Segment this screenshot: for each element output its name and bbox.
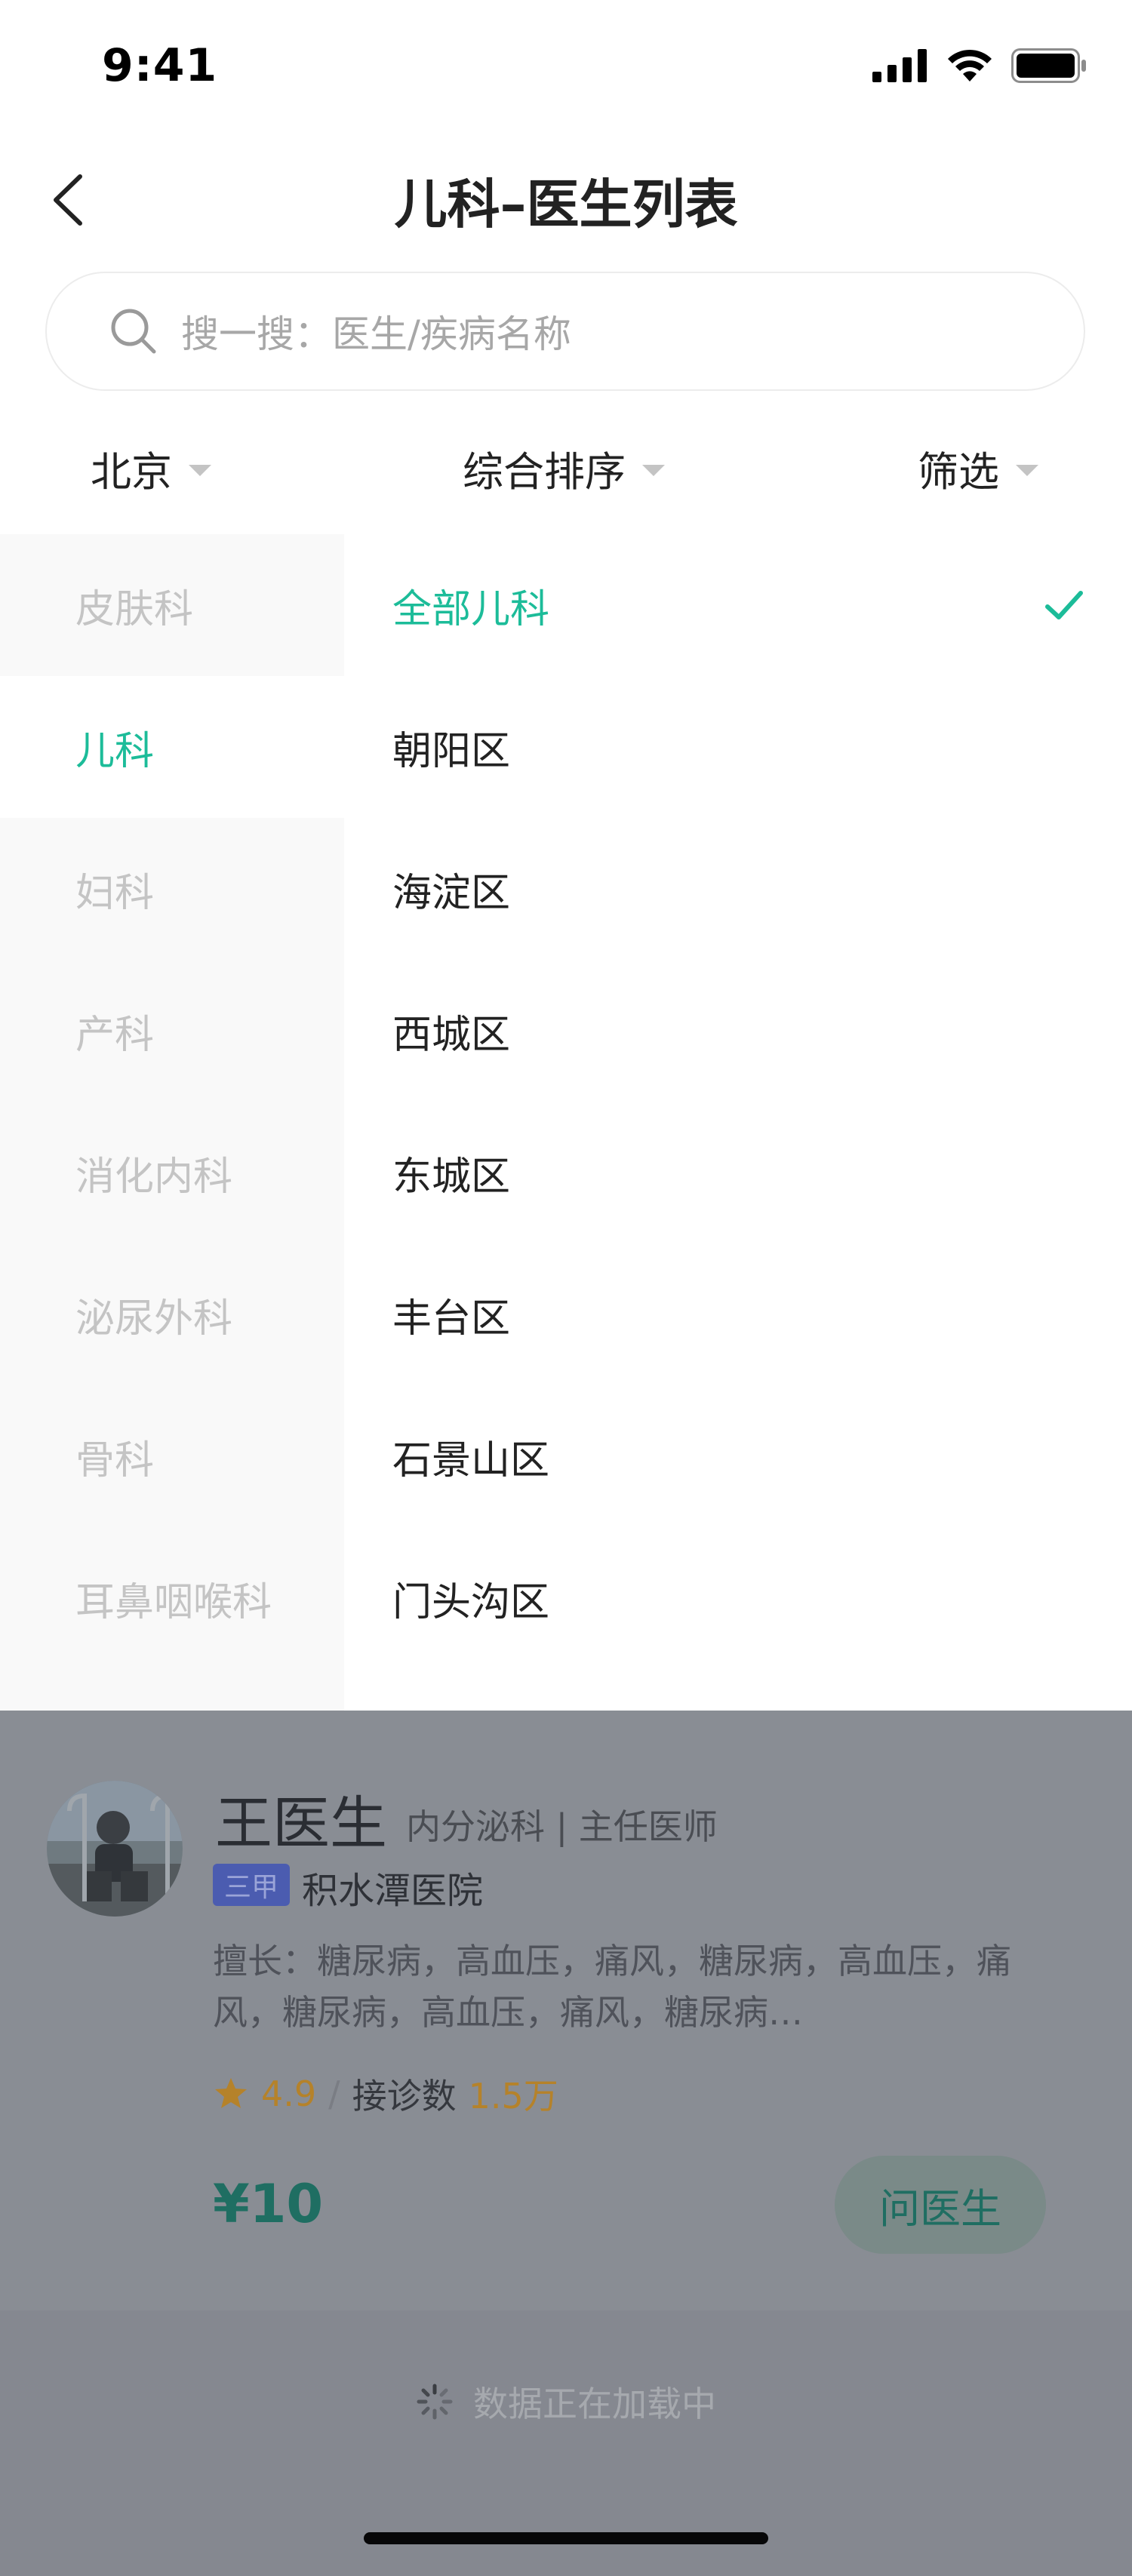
department-label: 泌尿外科 xyxy=(75,1296,233,1342)
status-time: 9:41 xyxy=(102,39,218,92)
district-item[interactable]: 石景山区 xyxy=(344,1385,1132,1527)
department-item[interactable]: 产科 xyxy=(0,960,344,1102)
department-label: 消化内科 xyxy=(75,1154,233,1200)
home-indicator[interactable] xyxy=(364,2532,768,2544)
wifi-icon xyxy=(948,49,992,81)
hospital-level-badge: 三甲 xyxy=(213,1864,290,1906)
hospital-name: 积水潭医院 xyxy=(302,1870,484,1912)
rating-value: 4.9 xyxy=(261,2073,317,2114)
department-item[interactable]: 消化内科 xyxy=(0,1102,344,1243)
district-label: 门头沟区 xyxy=(392,1579,550,1625)
ask-doctor-button[interactable]: 问医生 xyxy=(835,2156,1046,2254)
page-title: 儿科–医生列表 xyxy=(394,174,738,235)
district-label: 朝阳区 xyxy=(392,728,511,774)
city-filter[interactable]: 北京 xyxy=(91,434,211,502)
more-filter-label: 筛选 xyxy=(918,447,999,496)
sort-filter-label: 综合排序 xyxy=(463,447,626,496)
doctor-name: 王医生 xyxy=(215,1790,387,1857)
district-item[interactable]: 门头沟区 xyxy=(344,1527,1132,1669)
status-icons xyxy=(872,47,1087,85)
caret-down-icon xyxy=(189,464,211,476)
caret-down-icon xyxy=(1016,464,1038,476)
check-icon xyxy=(1045,591,1083,619)
department-label: 耳鼻咽喉科 xyxy=(75,1579,272,1625)
doctor-specialty: 擅长：糖尿病，高血压，痛风，糖尿病，高血压，痛风，糖尿病，高血压，痛风，糖尿病… xyxy=(213,1941,1011,2033)
star-icon xyxy=(215,2078,247,2108)
district-label: 石景山区 xyxy=(392,1437,550,1483)
city-filter-label: 北京 xyxy=(91,447,172,496)
loading-indicator: 数据正在加载中 xyxy=(0,2377,1132,2427)
district-item[interactable]: 朝阳区 xyxy=(344,676,1132,818)
district-item[interactable]: 西城区 xyxy=(344,960,1132,1102)
department-item[interactable]: 妇科 xyxy=(0,818,344,960)
department-label: 产科 xyxy=(75,1012,155,1058)
department-item[interactable]: 泌尿外科 xyxy=(0,1243,344,1385)
department-label: 骨科 xyxy=(75,1437,155,1483)
rating-separator: / xyxy=(328,2073,340,2114)
consult-label: 接诊数 xyxy=(352,2076,457,2116)
more-filter[interactable]: 筛选 xyxy=(918,434,1038,502)
search-placeholder: 搜一搜：医生/疾病名称 xyxy=(181,312,571,356)
district-label: 东城区 xyxy=(392,1154,511,1200)
doctor-title: 内分泌科 | 主任医师 xyxy=(406,1806,718,1847)
consult-count: 1.5万 xyxy=(468,2076,558,2116)
department-item-active[interactable]: 儿科 xyxy=(0,676,344,818)
department-label: 儿科 xyxy=(75,728,155,774)
loading-text: 数据正在加载中 xyxy=(473,2384,716,2424)
district-label: 西城区 xyxy=(392,1012,511,1058)
district-label: 海淀区 xyxy=(392,870,511,916)
sort-filter[interactable]: 综合排序 xyxy=(463,434,665,502)
doctor-avatar xyxy=(47,1781,183,1917)
district-item-selected[interactable]: 全部儿科 xyxy=(344,534,1132,676)
department-list: 皮肤科 儿科 妇科 产科 消化内科 泌尿外科 骨科 耳鼻咽喉科 xyxy=(0,534,344,1711)
caret-down-icon xyxy=(642,464,665,476)
department-item[interactable]: 皮肤科 xyxy=(0,534,344,676)
department-label: 皮肤科 xyxy=(75,586,194,632)
department-item[interactable]: 骨科 xyxy=(0,1385,344,1527)
search-icon xyxy=(111,309,156,354)
district-item[interactable]: 东城区 xyxy=(344,1102,1132,1243)
signal-icon xyxy=(872,49,927,82)
department-item[interactable]: 耳鼻咽喉科 xyxy=(0,1527,344,1669)
department-label: 妇科 xyxy=(75,870,155,916)
search-input[interactable]: 搜一搜：医生/疾病名称 xyxy=(45,272,1085,391)
district-item[interactable]: 海淀区 xyxy=(344,818,1132,960)
spinner-icon xyxy=(417,2384,453,2420)
district-label: 丰台区 xyxy=(392,1296,511,1342)
district-item[interactable]: 丰台区 xyxy=(344,1243,1132,1385)
rating-row: 4.9 / 接诊数 1.5万 xyxy=(213,2067,558,2120)
battery-icon xyxy=(1011,48,1086,83)
district-label: 全部儿科 xyxy=(392,586,550,632)
consult-price: ¥10 xyxy=(213,2173,324,2235)
